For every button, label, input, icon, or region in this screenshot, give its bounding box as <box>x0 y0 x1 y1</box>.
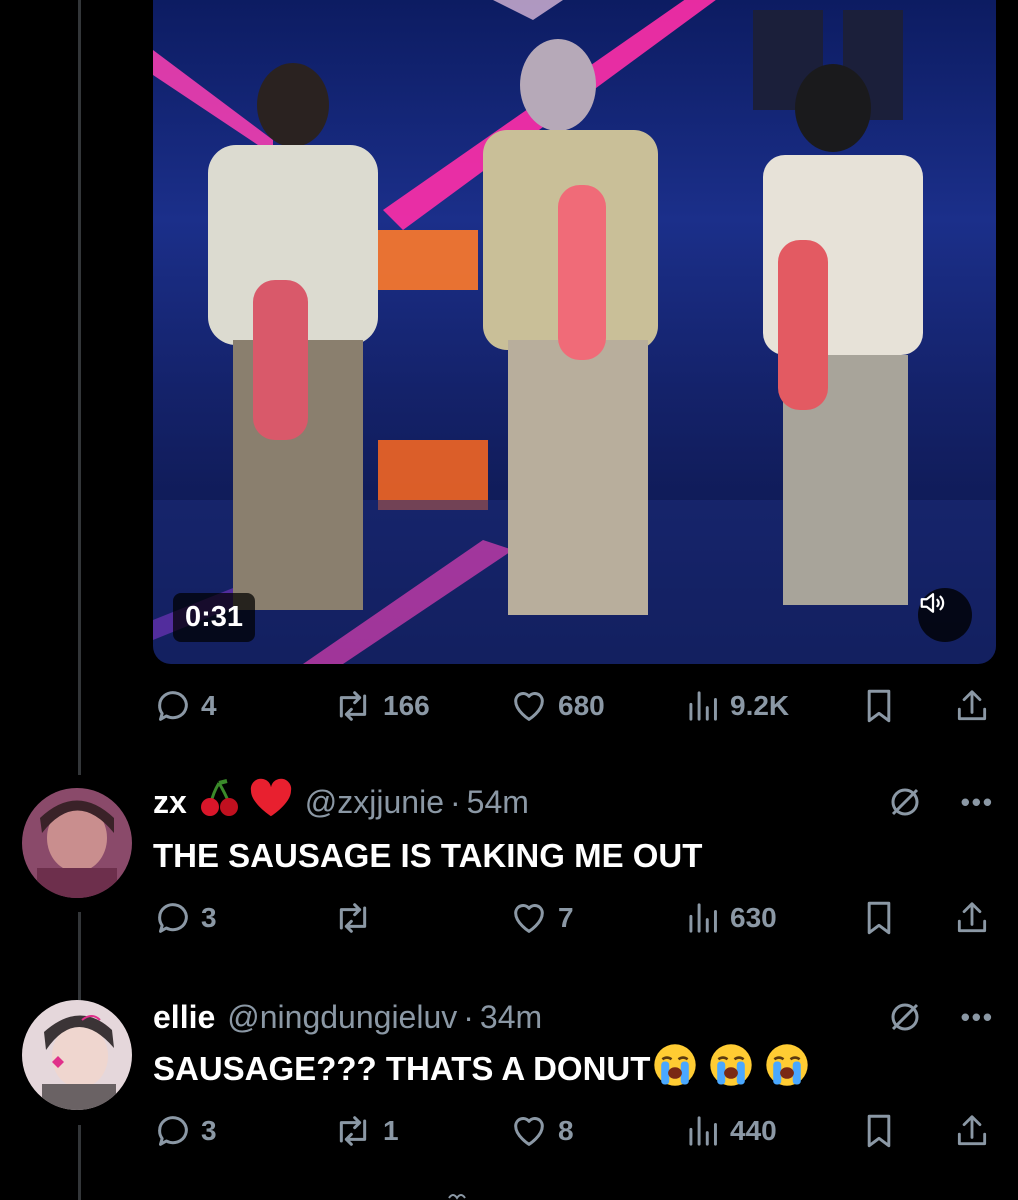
repost-icon <box>339 903 367 933</box>
views-count: 9.2K <box>730 690 790 721</box>
loudly-crying-face-icon <box>708 1042 754 1096</box>
bookmark-button[interactable] <box>861 898 897 938</box>
share-icon <box>957 902 987 933</box>
like-button[interactable]: 680 <box>508 686 605 726</box>
red-heart-icon <box>249 778 293 826</box>
timestamp: 34m <box>479 998 543 1035</box>
speaker-icon <box>920 593 945 613</box>
repost-icon <box>339 1116 367 1146</box>
like-count: 680 <box>558 690 605 721</box>
views-icon <box>689 903 717 933</box>
video-player[interactable]: 0:31 <box>153 0 996 664</box>
reply-button[interactable]: 3 <box>153 1111 217 1151</box>
partial-glyph <box>448 1194 466 1200</box>
reply-icon <box>158 1116 188 1146</box>
reply-text-content: SAUSAGE??? THATS A DONUT <box>153 1050 651 1087</box>
share-icon <box>957 1115 987 1146</box>
reply-text-content: THE SAUSAGE IS TAKING ME OUT <box>153 837 703 874</box>
grok-icon[interactable] <box>887 784 923 820</box>
bookmark-button[interactable] <box>861 686 897 726</box>
user-handle[interactable]: @ningdungieluv <box>227 999 457 1036</box>
timestamp: 54m <box>466 783 529 820</box>
reply-tools: ••• <box>887 780 994 824</box>
reply-text: SAUSAGE??? THATS A DONUT <box>153 1042 810 1096</box>
repost-button[interactable] <box>331 898 383 938</box>
thread-line-middle <box>78 912 81 1012</box>
separator: · <box>450 783 461 820</box>
more-options-icon[interactable]: ••• <box>961 1002 994 1033</box>
bookmark-icon <box>867 1114 891 1148</box>
reply-count: 3 <box>201 902 217 933</box>
views-button[interactable]: 9.2K <box>686 686 789 726</box>
views-count: 630 <box>730 902 777 933</box>
user-handle[interactable]: @zxjjunie <box>305 784 444 821</box>
reply-header: ellie @ningdungieluv · 34m <box>153 995 542 1039</box>
thread-line-top <box>78 0 81 775</box>
reply-icon <box>158 691 188 721</box>
reply-actions: 3 1 8 440 <box>153 1111 993 1151</box>
heart-icon <box>514 904 544 933</box>
share-button[interactable] <box>953 1111 991 1151</box>
views-icon <box>689 691 717 721</box>
like-button[interactable]: 7 <box>508 898 574 938</box>
share-button[interactable] <box>953 686 991 726</box>
views-button[interactable]: 630 <box>686 898 777 938</box>
repost-count: 166 <box>383 690 430 721</box>
reply-count: 4 <box>201 690 217 721</box>
heart-icon <box>514 1117 544 1146</box>
reply-count: 3 <box>201 1115 217 1146</box>
repost-count: 1 <box>383 1115 399 1146</box>
bookmark-icon <box>867 689 891 723</box>
reply-button[interactable]: 3 <box>153 898 217 938</box>
reply-tools: ••• <box>887 995 994 1039</box>
post-actions: 4 166 680 9.2K <box>153 686 993 726</box>
video-frame <box>153 0 996 664</box>
reply-icon <box>158 903 188 933</box>
views-icon <box>689 1116 717 1146</box>
bookmark-button[interactable] <box>861 1111 897 1151</box>
reply-header: zx @zxjjunie · 54m <box>153 778 529 826</box>
repost-button[interactable]: 166 <box>331 686 430 726</box>
avatar[interactable] <box>22 788 132 898</box>
heart-icon <box>514 692 544 721</box>
reply-actions: 3 7 630 <box>153 898 993 938</box>
like-count: 7 <box>558 902 574 933</box>
avatar[interactable] <box>22 1000 132 1110</box>
views-count: 440 <box>730 1115 777 1146</box>
repost-icon <box>339 691 367 721</box>
bookmark-icon <box>867 901 891 935</box>
views-button[interactable]: 440 <box>686 1111 777 1151</box>
share-button[interactable] <box>953 898 991 938</box>
video-duration: 0:31 <box>173 593 256 642</box>
mute-button[interactable] <box>918 588 972 642</box>
loudly-crying-face-icon <box>764 1042 810 1096</box>
reply-text: THE SAUSAGE IS TAKING ME OUT <box>153 834 702 878</box>
thread-line-bottom <box>78 1125 81 1200</box>
separator: · <box>463 998 474 1035</box>
display-name[interactable]: zx <box>153 784 187 821</box>
loudly-crying-face-icon <box>652 1042 698 1096</box>
like-count: 8 <box>558 1115 574 1146</box>
reply-button[interactable]: 4 <box>153 686 217 726</box>
more-options-icon[interactable]: ••• <box>961 787 994 818</box>
share-icon <box>957 690 987 721</box>
like-button[interactable]: 8 <box>508 1111 574 1151</box>
cherries-icon <box>199 779 239 825</box>
display-name[interactable]: ellie <box>153 999 215 1036</box>
grok-icon[interactable] <box>887 999 923 1035</box>
repost-button[interactable]: 1 <box>331 1111 399 1151</box>
